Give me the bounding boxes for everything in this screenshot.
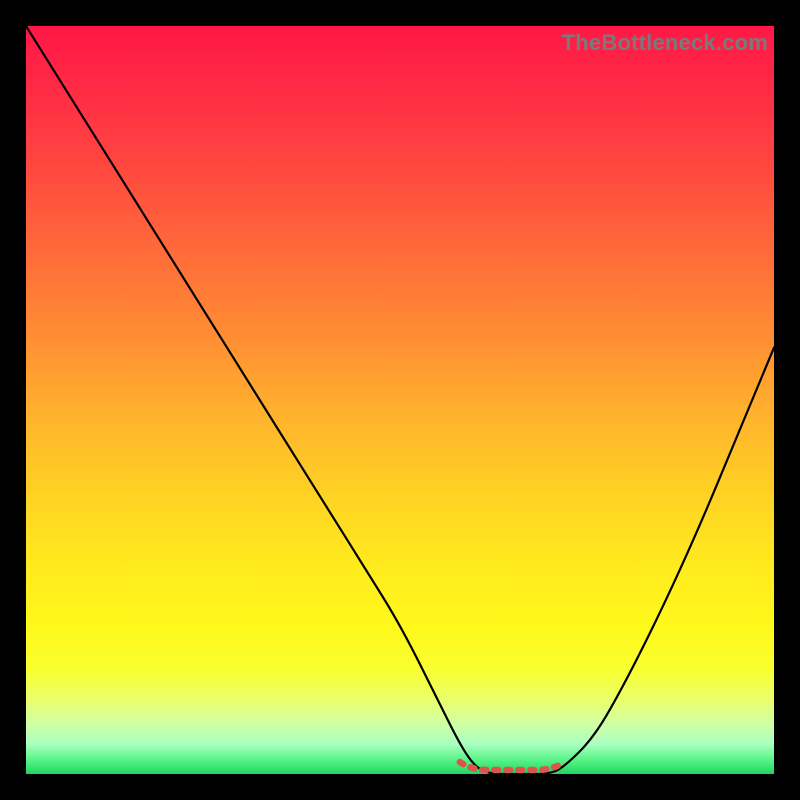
curve-svg [26, 26, 774, 774]
plot-area: TheBottleneck.com [26, 26, 774, 774]
optimal-range-marker [460, 762, 565, 770]
bottleneck-curve-line [26, 26, 774, 774]
watermark-text: TheBottleneck.com [562, 30, 768, 56]
chart-frame: TheBottleneck.com [0, 0, 800, 800]
